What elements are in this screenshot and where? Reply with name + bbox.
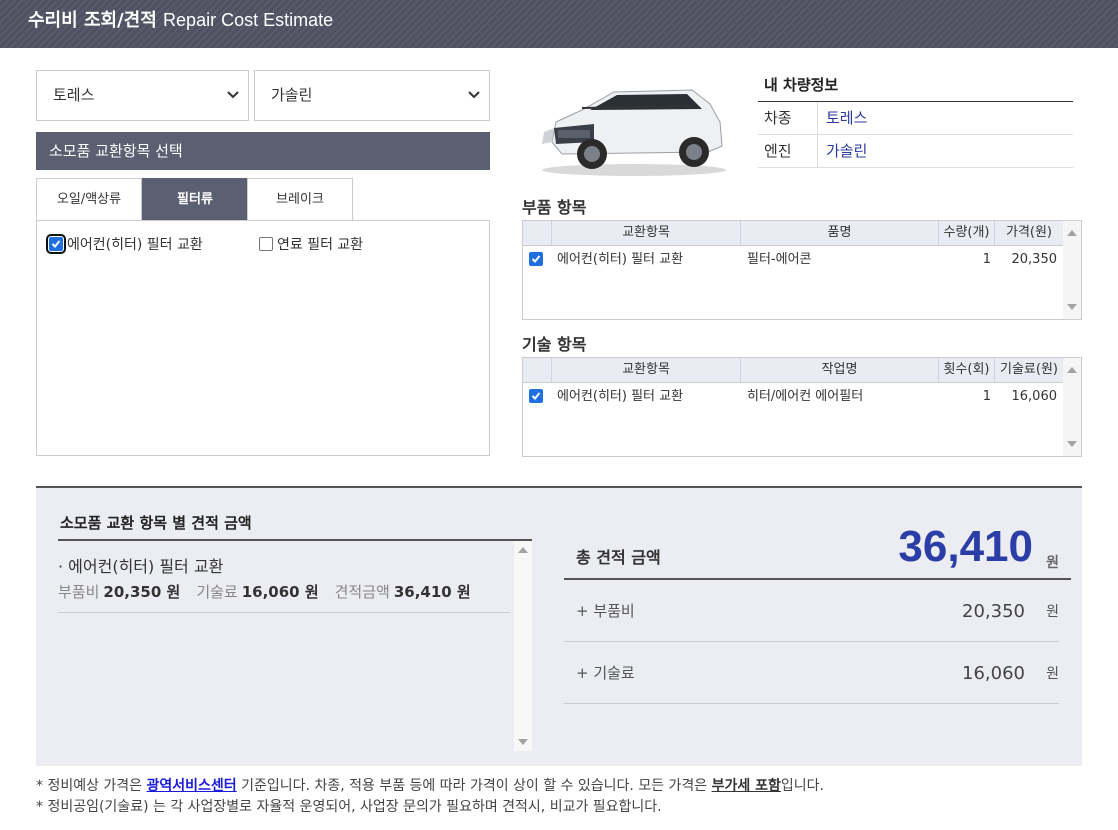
- breakdown-parts-unit: 원: [1046, 604, 1059, 620]
- footnote-1-b: 기준입니다. 차종, 적용 부품 등에 따라 가격이 상이 할 수 있습니다. …: [236, 778, 712, 794]
- labor-grid: 교환항목 작업명 횟수(회) 기술료(원) 에어컨(히터) 필터 교환 히터/에…: [522, 357, 1082, 457]
- ac-filter-label: 에어컨(히터) 필터 교환: [67, 237, 203, 253]
- parts-grid: 교환항목 품명 수량(개) 가격(원) 에어컨(히터) 필터 교환 필터-에어콘…: [522, 220, 1082, 320]
- chevron-down-icon: [226, 71, 240, 120]
- breakdown-labor-label: + 기술료: [576, 664, 635, 682]
- vehicle-model-value: 토레스: [826, 109, 868, 127]
- labor-col-item: 교환항목: [552, 358, 741, 382]
- total-unit: 원: [1046, 555, 1059, 571]
- parts-col-name: 품명: [741, 221, 939, 245]
- parts-row-price: 20,350: [1011, 252, 1058, 267]
- parts-col-item: 교환항목: [552, 221, 741, 245]
- chevron-down-icon: [467, 71, 481, 120]
- labor-col-count: 횟수(회): [939, 358, 995, 382]
- scroll-down-icon[interactable]: [518, 739, 528, 745]
- labor-row-fee: 16,060: [1011, 389, 1058, 404]
- parts-row-name: 필터-에어콘: [747, 252, 812, 267]
- page-title: 수리비 조회/견적: [28, 10, 157, 31]
- vehicle-info-title: 내 차량정보: [764, 76, 839, 94]
- summary-item-name: · 에어컨(히터) 필터 교환: [58, 557, 224, 576]
- parts-row-qty: 1: [982, 252, 991, 267]
- fuel-filter-label: 연료 필터 교환: [277, 237, 364, 253]
- breakdown-labor-row: + 기술료 16,060 원: [564, 642, 1059, 704]
- header-check-cell: [523, 221, 552, 245]
- estimate-label: 견적금액: [334, 583, 390, 601]
- divider: [817, 135, 818, 167]
- tab-filters[interactable]: 필터류: [142, 178, 248, 220]
- parts-row-checkbox[interactable]: [529, 252, 543, 268]
- total-value: 36,410: [898, 522, 1033, 571]
- breakdown-parts-row: + 부품비 20,350 원: [564, 580, 1059, 642]
- vehicle-engine-key: 엔진: [764, 142, 792, 160]
- scroll-up-icon[interactable]: [518, 547, 528, 553]
- fuel-filter-checkbox[interactable]: [259, 237, 273, 251]
- parts-grid-header: 교환항목 품명 수량(개) 가격(원): [523, 221, 1063, 246]
- page-title-bar: 수리비 조회/견적 Repair Cost Estimate: [0, 0, 1118, 48]
- tab-oil-fluids[interactable]: 오일/액상류: [36, 178, 142, 220]
- vehicle-model-key: 차종: [764, 109, 792, 127]
- labor-row-item: 에어컨(히터) 필터 교환: [557, 389, 684, 404]
- labor-col-name: 작업명: [741, 358, 939, 382]
- parts-cost-value: 20,350 원: [103, 583, 181, 601]
- parts-cost-label: 부품비: [58, 583, 100, 601]
- divider: [58, 612, 510, 613]
- car-image: [522, 82, 747, 179]
- summary-title: 소모품 교환 항목 별 견적 금액: [60, 514, 252, 532]
- vat-included-text: 부가세 포함: [711, 778, 781, 794]
- fuel-filter-option[interactable]: 연료 필터 교환: [259, 235, 363, 255]
- estimate-value: 36,410 원: [393, 583, 471, 601]
- breakdown-labor-value: 16,060: [962, 663, 1025, 684]
- summary-scrollbar[interactable]: [514, 541, 532, 751]
- breakdown-parts-label: + 부품비: [576, 602, 635, 620]
- labor-title: 기술 항목: [522, 335, 587, 354]
- tab-brakes[interactable]: 브레이크: [247, 178, 353, 220]
- labor-cost-value: 16,060 원: [241, 583, 319, 601]
- labor-row-count: 1: [982, 389, 991, 404]
- labor-col-fee: 기술료(원): [1000, 362, 1058, 377]
- page-title-en: Repair Cost Estimate: [163, 10, 334, 30]
- engine-select[interactable]: 가솔린: [254, 70, 490, 121]
- labor-row-name: 히터/에어컨 에어필터: [747, 389, 864, 404]
- scroll-up-icon[interactable]: [1067, 230, 1077, 236]
- consumables-section-title: 소모품 교환항목 선택: [36, 132, 490, 170]
- summary-item-list: · 에어컨(히터) 필터 교환 부품비 20,350 원 기술료 16,060 원 견적…: [58, 539, 532, 751]
- summary-item-detail: 부품비 20,350 원 기술료 16,060 원 견적금액 36,410 원: [58, 581, 475, 602]
- footnote-1: * 정비예상 가격은 광역서비스센터 기준입니다. 차종, 적용 부품 등에 따…: [36, 775, 824, 795]
- footnote-1-c: 입니다.: [780, 778, 824, 794]
- labor-cost-label: 기술료: [196, 583, 238, 601]
- ac-filter-option[interactable]: 에어컨(히터) 필터 교환: [46, 234, 203, 255]
- divider: [817, 102, 818, 134]
- labor-grid-header: 교환항목 작업명 횟수(회) 기술료(원): [523, 358, 1063, 383]
- breakdown-labor-unit: 원: [1046, 666, 1059, 682]
- model-select-value: 토레스: [53, 86, 95, 104]
- parts-title: 부품 항목: [522, 198, 587, 217]
- footnote-1-a: * 정비예상 가격은: [36, 778, 147, 794]
- scroll-down-icon[interactable]: [1067, 304, 1077, 310]
- engine-select-value: 가솔린: [271, 86, 313, 104]
- scroll-down-icon[interactable]: [1067, 441, 1077, 447]
- checkbox[interactable]: [529, 389, 543, 403]
- estimate-summary: 소모품 교환 항목 별 견적 금액 · 에어컨(히터) 필터 교환 부품비 20,…: [36, 486, 1082, 766]
- footnote-2: * 정비공임(기술료) 는 각 사업장별로 자율적 운영되어, 사업장 문의가 …: [36, 799, 662, 815]
- filter-items-panel: 에어컨(히터) 필터 교환 연료 필터 교환: [36, 220, 490, 456]
- vehicle-engine-value: 가솔린: [826, 142, 868, 160]
- parts-row-item: 에어컨(히터) 필터 교환: [557, 252, 684, 267]
- parts-col-price: 가격(원): [1005, 225, 1053, 240]
- parts-col-qty: 수량(개): [939, 221, 995, 245]
- breakdown-parts-value: 20,350: [962, 601, 1025, 622]
- ac-filter-checkbox[interactable]: [46, 234, 66, 254]
- vehicle-row-model: 차종 토레스: [758, 102, 1073, 135]
- labor-scrollbar[interactable]: [1063, 358, 1081, 456]
- checkbox[interactable]: [529, 252, 543, 266]
- vehicle-row-engine: 엔진 가솔린: [758, 135, 1073, 168]
- parts-scrollbar[interactable]: [1063, 221, 1081, 319]
- model-select[interactable]: 토레스: [36, 70, 249, 121]
- header-check-cell: [523, 358, 552, 382]
- labor-row-checkbox[interactable]: [529, 389, 543, 405]
- table-row[interactable]: 에어컨(히터) 필터 교환 히터/에어컨 에어필터 1 16,060: [523, 384, 1063, 410]
- total-label: 총 견적 금액: [576, 548, 661, 567]
- table-row[interactable]: 에어컨(히터) 필터 교환 필터-에어콘 1 20,350: [523, 247, 1063, 273]
- scroll-up-icon[interactable]: [1067, 367, 1077, 373]
- service-center-link[interactable]: 광역서비스센터: [147, 778, 237, 794]
